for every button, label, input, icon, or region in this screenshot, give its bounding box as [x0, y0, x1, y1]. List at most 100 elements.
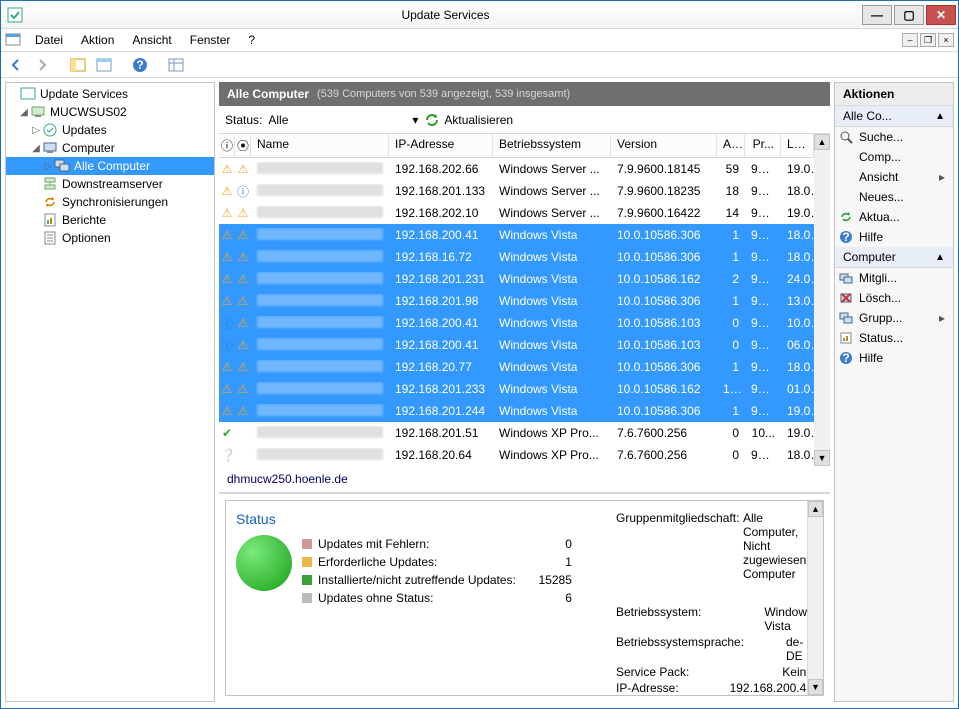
table-row[interactable]: ⓘ⚠192.168.200.41Windows Vista10.0.10586.…	[219, 312, 830, 334]
col-ver[interactable]: Version	[611, 134, 717, 157]
action-neues[interactable]: Neues...	[835, 187, 953, 207]
action-hilfe[interactable]: ?Hilfe	[835, 348, 953, 368]
back-button[interactable]	[5, 54, 27, 76]
tree-computer[interactable]: ◢Computer	[6, 139, 214, 157]
properties-button[interactable]	[93, 54, 115, 76]
action-lsch[interactable]: Lösch...	[835, 288, 953, 308]
tree-downstream[interactable]: Downstreamserver	[6, 175, 214, 193]
tree-updates[interactable]: ▷Updates	[6, 121, 214, 139]
status-icon-2: ⚠	[235, 250, 251, 264]
cell-pr: 98%	[745, 338, 781, 352]
details-scroll-down[interactable]: ▼	[808, 679, 823, 695]
svg-text:?: ?	[136, 58, 143, 72]
mdi-restore[interactable]: ❐	[920, 33, 936, 47]
col-name[interactable]: Name	[251, 134, 389, 157]
refresh-button[interactable]: Aktualisieren	[424, 112, 513, 128]
action-status[interactable]: Status...	[835, 328, 953, 348]
group-icon	[839, 311, 853, 325]
view-button[interactable]	[165, 54, 187, 76]
cell-os: Windows Vista	[493, 250, 611, 264]
col-ip[interactable]: IP-Adresse	[389, 134, 493, 157]
cell-pr: 99%	[745, 250, 781, 264]
cell-a: 1	[717, 294, 745, 308]
mdi-controls: – ❐ ×	[902, 33, 954, 47]
actions-group1[interactable]: Alle Co...▲	[835, 106, 953, 127]
status-legend: Updates mit Fehlern: Erforderliche Updat…	[302, 535, 516, 607]
menu-aktion[interactable]: Aktion	[73, 31, 122, 49]
cell-ver: 10.0.10586.162	[611, 382, 717, 396]
show-hide-tree-button[interactable]	[67, 54, 89, 76]
table-row[interactable]: ⚠⚠192.168.201.98Windows Vista10.0.10586.…	[219, 290, 830, 312]
cell-ip: 192.168.201.233	[389, 382, 493, 396]
tree-sync[interactable]: Synchronisierungen	[6, 193, 214, 211]
tree-all-computers[interactable]: ▷Alle Computer	[6, 157, 214, 175]
cell-pr: 99%	[745, 294, 781, 308]
mdi-close[interactable]: ×	[938, 33, 954, 47]
table-row[interactable]: ⚠⚠192.168.202.10Windows Server ...7.9.96…	[219, 202, 830, 224]
menu-ansicht[interactable]: Ansicht	[124, 31, 179, 49]
delete-icon	[839, 291, 853, 305]
tree-server[interactable]: ◢MUCWSUS02	[6, 103, 214, 121]
table-row[interactable]: ⚠⚠192.168.201.231Windows Vista10.0.10586…	[219, 268, 830, 290]
action-grupp[interactable]: Grupp...	[835, 308, 953, 328]
details-scrollbar[interactable]: ▲ ▼	[807, 501, 823, 695]
help-button[interactable]: ?	[129, 54, 151, 76]
table-row[interactable]: ⓘ⚠192.168.200.41Windows Vista10.0.10586.…	[219, 334, 830, 356]
actions-group2[interactable]: Computer▲	[835, 247, 953, 268]
mdi-minimize[interactable]: –	[902, 33, 918, 47]
tree-root[interactable]: Update Services	[6, 85, 214, 103]
cell-ip: 192.168.200.41	[389, 316, 493, 330]
maximize-button[interactable]: ▢	[894, 5, 924, 25]
table-row[interactable]: ⚠⚠192.168.16.72Windows Vista10.0.10586.3…	[219, 246, 830, 268]
main-window: Update Services — ▢ ✕ Datei Aktion Ansic…	[0, 0, 959, 709]
table-row[interactable]: ⚠ⓘ192.168.201.133Windows Server ...7.9.9…	[219, 180, 830, 202]
action-aktua[interactable]: Aktua...	[835, 207, 953, 227]
table-row[interactable]: ✔192.168.201.51Windows XP Pro...7.6.7600…	[219, 422, 830, 444]
center-subtitle: (539 Computers von 539 angezeigt, 539 in…	[317, 88, 570, 100]
col-os[interactable]: Betriebssystem	[493, 134, 611, 157]
col-status2[interactable]: ⦿	[235, 134, 251, 157]
action-ansicht[interactable]: Ansicht	[835, 167, 953, 187]
cell-ip: 192.168.201.98	[389, 294, 493, 308]
col-date[interactable]: Letzter Stat...	[781, 134, 814, 157]
legend-color-nost	[302, 593, 312, 603]
action-mitgli[interactable]: Mitgli...	[835, 268, 953, 288]
menu-fenster[interactable]: Fenster	[182, 31, 239, 49]
table-scrollbar[interactable]: ▲ ▼	[814, 134, 830, 466]
scroll-up-button[interactable]: ▲	[814, 134, 830, 150]
status-icon-1: ⚠	[219, 184, 235, 198]
table-row[interactable]: ⚠⚠192.168.20.77Windows Vista10.0.10586.3…	[219, 356, 830, 378]
status-dropdown[interactable]: Alle▾	[268, 113, 418, 127]
tree-reports[interactable]: Berichte	[6, 211, 214, 229]
status-icon-1: ⚠	[219, 294, 235, 308]
action-hilfe[interactable]: ?Hilfe	[835, 227, 953, 247]
action-comp[interactable]: Comp...	[835, 147, 953, 167]
col-a[interactable]: A...	[717, 134, 745, 157]
menu-help[interactable]: ?	[240, 31, 263, 49]
blank-icon	[839, 150, 853, 164]
cell-ver: 10.0.10586.103	[611, 316, 717, 330]
tree-options[interactable]: Optionen	[6, 229, 214, 247]
col-pr[interactable]: Pr...	[745, 134, 781, 157]
cell-name	[251, 228, 389, 243]
window-controls: — ▢ ✕	[862, 5, 958, 25]
action-suche[interactable]: Suche...	[835, 127, 953, 147]
cell-ip: 192.168.200.41	[389, 228, 493, 242]
cell-a: 1	[717, 360, 745, 374]
close-button[interactable]: ✕	[926, 5, 956, 25]
cell-name	[251, 184, 389, 199]
col-status1[interactable]: ⓘ	[219, 134, 235, 157]
scroll-down-button[interactable]: ▼	[814, 450, 830, 466]
cell-a: 1	[717, 250, 745, 264]
details-scroll-up[interactable]: ▲	[808, 501, 823, 517]
menu-datei[interactable]: Datei	[27, 31, 71, 49]
table-body: ⚠⚠192.168.202.66Windows Server ...7.9.96…	[219, 158, 830, 466]
cell-ver: 10.0.10586.306	[611, 360, 717, 374]
table-row[interactable]: ⚠⚠192.168.202.66Windows Server ...7.9.96…	[219, 158, 830, 180]
minimize-button[interactable]: —	[862, 5, 892, 25]
table-row[interactable]: ❔192.168.20.64Windows XP Pro...7.6.7600.…	[219, 444, 830, 466]
table-row[interactable]: ⚠⚠192.168.200.41Windows Vista10.0.10586.…	[219, 224, 830, 246]
forward-button[interactable]	[31, 54, 53, 76]
table-row[interactable]: ⚠⚠192.168.201.233Windows Vista10.0.10586…	[219, 378, 830, 400]
table-row[interactable]: ⚠⚠192.168.201.244Windows Vista10.0.10586…	[219, 400, 830, 422]
